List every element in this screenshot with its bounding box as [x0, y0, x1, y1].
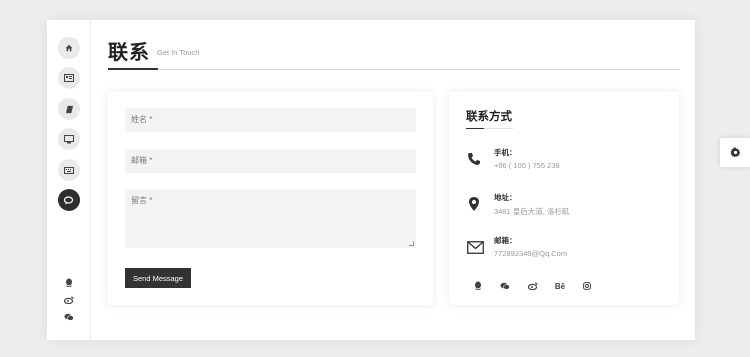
desktop-icon	[64, 134, 74, 143]
email-input[interactable]: 邮箱 *	[125, 149, 416, 173]
location-pin-icon	[466, 196, 482, 212]
main-card: 联系 Get In Touch 姓名 * 邮箱 * 留言 * Send Mess…	[47, 20, 695, 340]
page-subtitle: Get In Touch	[157, 48, 200, 57]
address-value: 3481 皇后大道, 洛杉矶	[494, 207, 570, 216]
name-input[interactable]: 姓名 *	[125, 108, 416, 132]
wechat-icon	[500, 282, 510, 290]
nav-blog-button[interactable]	[58, 159, 80, 181]
page-title: 联系	[108, 42, 150, 64]
contact-title: 联系方式	[466, 111, 512, 123]
title-underline	[108, 68, 158, 70]
chat-icon	[64, 195, 74, 204]
contact-info-card: 联系方式 手机： +86 ( 100 ) 755 238 地址： 3481 皇后…	[449, 92, 679, 305]
name-placeholder: 姓名 *	[131, 115, 153, 124]
title-divider	[108, 69, 680, 70]
contact-title-underline	[466, 128, 484, 129]
phone-label: 手机：	[494, 148, 517, 157]
email-value: 772892349@Qq.Com	[494, 249, 568, 258]
nav-contact-button[interactable]	[58, 189, 80, 211]
message-textarea[interactable]: 留言 *	[125, 189, 416, 248]
nav-resume-button[interactable]	[58, 98, 80, 120]
nav-portfolio-button[interactable]	[58, 128, 80, 150]
qq-icon	[66, 278, 72, 287]
gear-icon	[729, 147, 741, 158]
envelope-icon	[466, 239, 484, 255]
home-icon	[65, 44, 73, 52]
email-placeholder: 邮箱 *	[131, 156, 153, 165]
weibo-icon	[528, 282, 538, 290]
sidebar-wechat-link[interactable]	[62, 311, 76, 323]
book-icon	[65, 105, 73, 113]
contact-qq-link[interactable]	[471, 280, 485, 292]
contact-form: 姓名 * 邮箱 * 留言 * Send Message	[108, 92, 433, 305]
contact-section: 联系 Get In Touch 姓名 * 邮箱 * 留言 * Send Mess…	[91, 20, 695, 340]
phone-icon	[466, 151, 482, 167]
contact-wechat-link[interactable]	[498, 280, 512, 292]
instagram-icon	[583, 282, 591, 290]
id-card-icon	[64, 74, 74, 82]
email-label: 邮箱：	[494, 236, 517, 245]
send-message-button[interactable]: Send Message	[125, 268, 191, 288]
qq-icon	[475, 281, 481, 290]
nav-about-button[interactable]	[58, 67, 80, 89]
phone-value: +86 ( 100 ) 755 238	[494, 161, 560, 170]
contact-behance-link[interactable]: Bē	[553, 280, 567, 292]
message-placeholder: 留言 *	[131, 196, 153, 205]
settings-button[interactable]	[720, 138, 750, 167]
sidebar	[47, 20, 91, 340]
wechat-icon	[64, 313, 74, 321]
weibo-icon	[64, 296, 74, 304]
keyboard-icon	[64, 166, 74, 174]
address-label: 地址：	[494, 193, 517, 202]
contact-weibo-link[interactable]	[526, 280, 540, 292]
sidebar-weibo-link[interactable]	[62, 294, 76, 306]
sidebar-qq-link[interactable]	[62, 277, 76, 289]
nav-home-button[interactable]	[58, 37, 80, 59]
contact-instagram-link[interactable]	[580, 280, 594, 292]
behance-icon: Bē	[554, 281, 566, 291]
resize-handle[interactable]	[409, 241, 414, 246]
